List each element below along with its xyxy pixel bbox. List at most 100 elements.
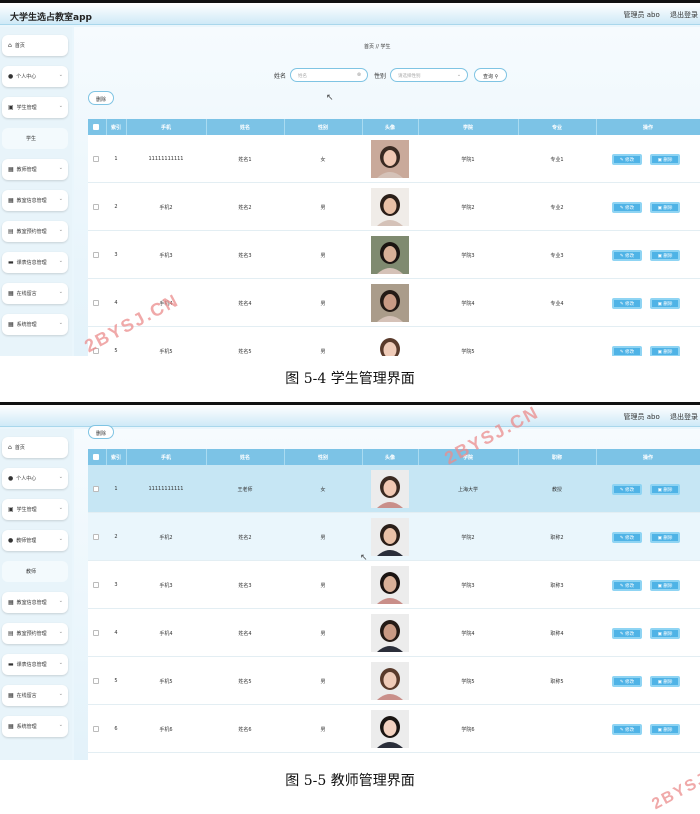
delete-button[interactable]: ▣ 删除 <box>650 250 680 261</box>
column-header[interactable]: 操作 <box>596 124 700 131</box>
batch-delete-button[interactable]: 删除 <box>88 425 114 439</box>
query-button[interactable]: 查询 ⚲ <box>474 68 508 82</box>
row-checkbox[interactable] <box>93 252 99 258</box>
cell-idx: 5 <box>114 348 118 354</box>
sidebar-item[interactable]: ▣ 学生管理 ⌄ <box>2 97 68 118</box>
edit-button[interactable]: ✎ 修改 <box>612 298 642 309</box>
column-header[interactable]: 手机 <box>126 124 206 131</box>
edit-button[interactable]: ✎ 修改 <box>612 250 642 261</box>
delete-label: 删除 <box>663 632 673 637</box>
gender-select[interactable]: 请选择性别 ⌄ <box>390 68 469 82</box>
row-checkbox[interactable] <box>93 582 99 588</box>
select-all-checkbox[interactable] <box>93 124 99 130</box>
column-header[interactable]: 操作 <box>596 454 700 461</box>
column-header[interactable]: 头像 <box>362 454 418 461</box>
edit-button[interactable]: ✎ 修改 <box>612 202 642 213</box>
column-header[interactable]: 索引 <box>106 454 126 461</box>
row-checkbox[interactable] <box>93 630 99 636</box>
cell-college: 学院2 <box>461 535 475 541</box>
sidebar-item[interactable]: ● 个人中心 ⌄ <box>2 468 68 489</box>
cell-gender: 女 <box>320 487 326 493</box>
cell-name: 姓名5 <box>238 349 252 355</box>
column-header[interactable]: 索引 <box>106 124 126 131</box>
cell-major: 职称4 <box>550 631 564 637</box>
column-header[interactable]: 职称 <box>518 454 596 461</box>
sidebar-item[interactable]: ▣ 学生管理 ⌄ <box>2 499 68 520</box>
sidebar-item[interactable]: ● 教师管理 ⌄ <box>2 530 68 551</box>
column-header[interactable]: 姓名 <box>206 124 284 131</box>
delete-button[interactable]: ▣ 删除 <box>650 724 680 735</box>
delete-button[interactable]: ▣ 删除 <box>650 676 680 687</box>
name-input[interactable]: 姓名 ⊗ <box>290 68 369 82</box>
cell-idx: 6 <box>114 726 118 732</box>
delete-button[interactable]: ▣ 删除 <box>650 154 680 165</box>
sidebar-item[interactable]: ⌂ 首页 <box>2 35 68 56</box>
sidebar-item[interactable]: ▦ 教室信息管理 ⌄ <box>2 592 68 613</box>
column-header[interactable]: 性别 <box>284 124 362 131</box>
user-label: 管理员 abo <box>623 413 660 421</box>
column-header[interactable]: 姓名 <box>206 454 284 461</box>
row-checkbox[interactable] <box>93 300 99 306</box>
table-row[interactable]: 5 手机5 姓名5 男 学院5 ✎ 修改 ▣ 删除 <box>88 327 700 356</box>
delete-button[interactable]: ▣ 删除 <box>650 202 680 213</box>
sidebar-item[interactable]: ▦ 系统管理 ⌄ <box>2 716 68 737</box>
edit-button[interactable]: ✎ 修改 <box>612 154 642 165</box>
sidebar-item[interactable]: ▤ 教室预约管理 ⌄ <box>2 623 68 644</box>
sidebar-item[interactable]: ▬ 课表信息管理 ⌄ <box>2 654 68 675</box>
row-checkbox[interactable] <box>93 156 99 162</box>
sidebar-item[interactable]: ▦ 系统管理 ⌄ <box>2 314 68 335</box>
delete-button[interactable]: ▣ 删除 <box>650 346 680 356</box>
row-checkbox[interactable] <box>93 486 99 492</box>
sidebar-item[interactable]: ▤ 教室预约管理 ⌄ <box>2 221 68 242</box>
sidebar-item[interactable]: ▦ 在线留言 ⌄ <box>2 283 68 304</box>
edit-button[interactable]: ✎ 修改 <box>612 580 642 591</box>
delete-button[interactable]: ▣ 删除 <box>650 532 680 543</box>
column-header[interactable]: 手机 <box>126 454 206 461</box>
sidebar-item[interactable]: 教师 <box>2 561 68 582</box>
chevron-down-icon: ⌄ <box>58 722 63 728</box>
edit-button[interactable]: ✎ 修改 <box>612 628 642 639</box>
sidebar-item[interactable]: ● 个人中心 ⌄ <box>2 66 68 87</box>
row-checkbox[interactable] <box>93 204 99 210</box>
sidebar-item[interactable]: ▦ 教室信息管理 ⌄ <box>2 190 68 211</box>
table-row[interactable]: 5 手机5 姓名5 男 学院5 职称5 ✎ 修改 ▣ 删除 <box>88 657 700 705</box>
table-row[interactable]: 3 手机3 姓名3 男 学院3 专业3 ✎ 修改 ▣ 删除 <box>88 231 700 279</box>
sidebar-item[interactable]: ▦ 在线留言 ⌄ <box>2 685 68 706</box>
column-header[interactable]: 专业 <box>518 124 596 131</box>
table-row[interactable]: 1 11111111111 姓名1 女学院1 专业1 ✎ 修改 ▣ 删除 <box>88 135 700 183</box>
edit-button[interactable]: ✎ 修改 <box>612 724 642 735</box>
cell-college: 学院2 <box>461 205 475 211</box>
cell-college: 学院6 <box>461 727 475 733</box>
table-row[interactable]: 1 11111111111 王老师女上海大学 教授 ✎ 修改 ▣ 删除 <box>88 465 700 513</box>
delete-button[interactable]: ▣ 删除 <box>650 484 680 495</box>
table-row[interactable]: 6 手机6 姓名6 男 学院6 ✎ 修改 ▣ 删除 <box>88 705 700 753</box>
delete-button[interactable]: ▣ 删除 <box>650 298 680 309</box>
edit-button[interactable]: ✎ 修改 <box>612 532 642 543</box>
column-header[interactable]: 头像 <box>362 124 418 131</box>
column-header[interactable]: 学院 <box>418 124 518 131</box>
table-row[interactable]: 2 手机2 姓名2 男 学院2 职称2 ✎ 修改 ▣ 删除 <box>88 513 700 561</box>
table-row[interactable]: 4 手机4 姓名4 男 学院4 职称4 ✎ 修改 ▣ 删除 <box>88 609 700 657</box>
sidebar-item[interactable]: ▬ 课表信息管理 ⌄ <box>2 252 68 273</box>
edit-button[interactable]: ✎ 修改 <box>612 676 642 687</box>
row-checkbox[interactable] <box>93 534 99 540</box>
delete-button[interactable]: ▣ 删除 <box>650 580 680 591</box>
edit-button[interactable]: ✎ 修改 <box>612 346 642 356</box>
select-all-checkbox[interactable] <box>93 454 99 460</box>
cell-phone: 手机3 <box>159 583 173 589</box>
table-row[interactable]: 2 手机2 姓名2 男 学院2 专业2 ✎ 修改 ▣ 删除 <box>88 183 700 231</box>
sidebar-item[interactable]: 学生 <box>2 128 68 149</box>
sidebar-item[interactable]: ▦ 教师管理 ⌄ <box>2 159 68 180</box>
sidebar-item[interactable]: ⌂ 首页 <box>2 437 68 458</box>
edit-button[interactable]: ✎ 修改 <box>612 484 642 495</box>
row-checkbox[interactable] <box>93 678 99 684</box>
table-row[interactable]: 3 手机3 姓名3 男 学院3 职称3 ✎ 修改 ▣ 删除 <box>88 561 700 609</box>
breadcrumb: 首页 // 学生 <box>364 44 391 50</box>
row-checkbox[interactable] <box>93 726 99 732</box>
column-header[interactable]: 性别 <box>284 454 362 461</box>
logout-link[interactable]: 退出登录 <box>670 11 698 19</box>
delete-button[interactable]: ▣ 删除 <box>650 628 680 639</box>
cell-gender: 男 <box>320 679 326 685</box>
logout-link[interactable]: 退出登录 <box>670 413 698 421</box>
batch-delete-button[interactable]: 删除 <box>88 91 114 105</box>
